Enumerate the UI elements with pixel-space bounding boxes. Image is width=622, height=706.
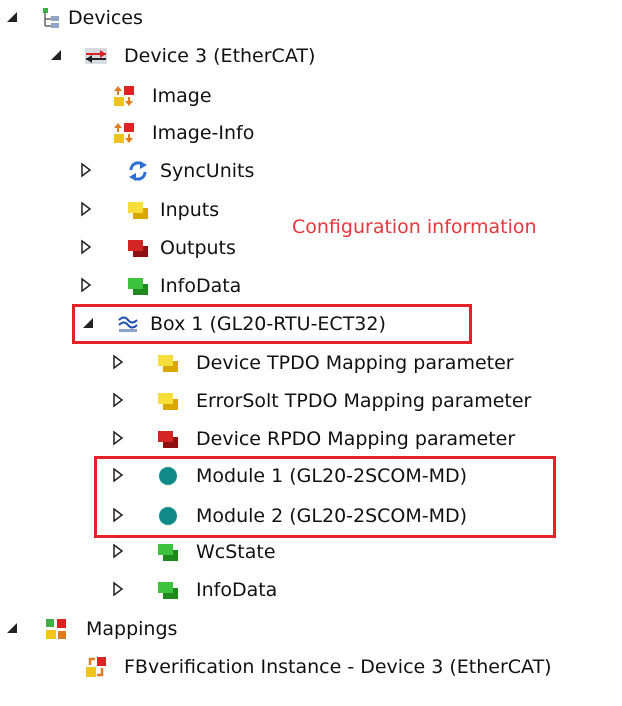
tree-item-mappings[interactable]: Mappings bbox=[0, 611, 622, 647]
modules-highlight-frame bbox=[94, 456, 556, 538]
image-info-icon bbox=[114, 123, 134, 143]
syncunits-label: SyncUnits bbox=[160, 160, 255, 182]
image-icon bbox=[114, 86, 134, 106]
device-rpdo-label: Device RPDO Mapping parameter bbox=[196, 428, 516, 450]
box1-highlight-frame bbox=[72, 304, 472, 344]
tree-item-image-info[interactable]: Image-Info bbox=[0, 115, 622, 151]
outputs-label: Outputs bbox=[160, 237, 236, 259]
tree-item-device-rpdo[interactable]: Device RPDO Mapping parameter bbox=[0, 421, 622, 457]
infodata-folder-icon bbox=[128, 278, 148, 295]
tree-item-image[interactable]: Image bbox=[0, 78, 622, 114]
collapsed-arrow-icon[interactable] bbox=[78, 201, 94, 217]
device3-label: Device 3 (EtherCAT) bbox=[124, 45, 316, 67]
tree-item-syncunits[interactable]: SyncUnits bbox=[0, 153, 622, 189]
device-tpdo-label: Device TPDO Mapping parameter bbox=[196, 352, 514, 374]
expanded-arrow-icon[interactable] bbox=[48, 47, 64, 63]
collapsed-arrow-icon[interactable] bbox=[78, 277, 94, 293]
infodata-folder-icon bbox=[158, 582, 178, 599]
ethercat-device-icon bbox=[85, 48, 107, 64]
collapsed-arrow-icon[interactable] bbox=[110, 392, 126, 408]
collapsed-arrow-icon[interactable] bbox=[110, 543, 126, 559]
inputs-folder-icon bbox=[128, 202, 148, 219]
box-infodata-label: InfoData bbox=[196, 579, 278, 601]
tree-item-box-infodata[interactable]: InfoData bbox=[0, 572, 622, 608]
tree-item-infodata[interactable]: InfoData bbox=[0, 268, 622, 304]
expanded-arrow-icon[interactable] bbox=[4, 9, 20, 25]
collapsed-arrow-icon[interactable] bbox=[110, 581, 126, 597]
tree-item-device-tpdo[interactable]: Device TPDO Mapping parameter bbox=[0, 345, 622, 381]
collapsed-arrow-icon[interactable] bbox=[110, 430, 126, 446]
tree-item-fbverification[interactable]: FBverification Instance - Device 3 (Ethe… bbox=[0, 649, 622, 685]
errorsolt-folder-icon bbox=[158, 393, 178, 410]
collapsed-arrow-icon[interactable] bbox=[78, 162, 94, 178]
configuration-annotation: Configuration information bbox=[292, 216, 537, 238]
fbverification-label: FBverification Instance - Device 3 (Ethe… bbox=[124, 656, 552, 678]
mapping-instance-icon bbox=[86, 657, 106, 677]
collapsed-arrow-icon[interactable] bbox=[110, 354, 126, 370]
inputs-label: Inputs bbox=[160, 199, 220, 221]
expanded-arrow-icon[interactable] bbox=[4, 620, 20, 636]
collapsed-arrow-icon[interactable] bbox=[78, 239, 94, 255]
mappings-icon bbox=[46, 619, 66, 639]
wcstate-folder-icon bbox=[158, 544, 178, 561]
tree-item-device3[interactable]: Device 3 (EtherCAT) bbox=[0, 38, 622, 74]
image-info-label: Image-Info bbox=[152, 122, 255, 144]
wcstate-label: WcState bbox=[196, 541, 276, 563]
infodata-label: InfoData bbox=[160, 275, 242, 297]
image-label: Image bbox=[152, 85, 212, 107]
devices-label: Devices bbox=[68, 7, 143, 29]
devices-tree-icon bbox=[43, 8, 59, 28]
tree-item-errorsolt-tpdo[interactable]: ErrorSolt TPDO Mapping parameter bbox=[0, 383, 622, 419]
mappings-label: Mappings bbox=[86, 618, 178, 640]
tree-item-wcstate[interactable]: WcState bbox=[0, 534, 622, 570]
tpdo-folder-icon bbox=[158, 355, 178, 372]
sync-icon bbox=[129, 161, 147, 181]
outputs-folder-icon bbox=[128, 240, 148, 257]
rpdo-folder-icon bbox=[158, 431, 178, 448]
errorsolt-tpdo-label: ErrorSolt TPDO Mapping parameter bbox=[196, 390, 532, 412]
tree-item-devices[interactable]: Devices bbox=[0, 0, 622, 36]
